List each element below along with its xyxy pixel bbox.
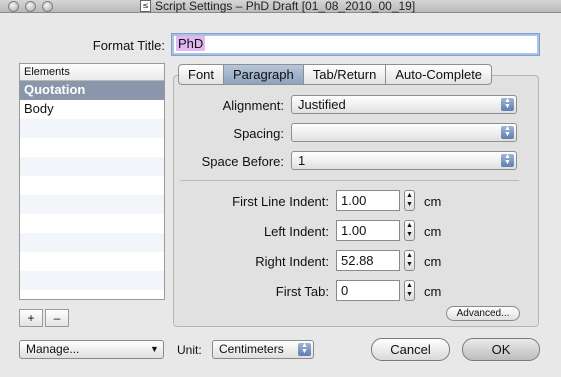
popup-arrows-icon: ▲ ▼ bbox=[501, 125, 514, 139]
space-before-label: Space Before: bbox=[201, 154, 284, 169]
list-item[interactable] bbox=[20, 271, 164, 290]
space-before-value: 1 bbox=[298, 153, 306, 168]
section-divider bbox=[180, 180, 519, 181]
list-item[interactable]: Body bbox=[20, 100, 164, 119]
list-item[interactable] bbox=[20, 214, 164, 233]
list-item[interactable] bbox=[20, 119, 164, 138]
first-tab-stepper[interactable]: ▲ ▼ bbox=[404, 280, 415, 301]
tab-font[interactable]: Font bbox=[178, 64, 225, 85]
list-item[interactable] bbox=[20, 290, 164, 299]
list-item[interactable] bbox=[20, 252, 164, 271]
manage-popup[interactable]: Manage... ▼ bbox=[19, 340, 164, 359]
first-tab-label: First Tab: bbox=[275, 284, 329, 299]
left-indent-unit: cm bbox=[424, 224, 442, 239]
add-element-button[interactable]: + bbox=[19, 309, 43, 327]
ok-button[interactable]: OK bbox=[462, 338, 540, 361]
alignment-value: Justified bbox=[298, 97, 346, 112]
alignment-select[interactable]: Justified ▲ ▼ bbox=[291, 95, 517, 114]
elements-list-header: Elements bbox=[20, 64, 164, 81]
window-title: Script Settings – PhD Draft [01_08_2010_… bbox=[155, 0, 416, 13]
format-title-input[interactable]: PhD bbox=[171, 33, 540, 56]
advanced-button[interactable]: Advanced... bbox=[446, 306, 520, 321]
unit-label: Unit: bbox=[177, 343, 202, 357]
first-tab-unit: cm bbox=[424, 284, 442, 299]
list-item[interactable] bbox=[20, 157, 164, 176]
spacing-label: Spacing: bbox=[233, 126, 284, 141]
elements-list[interactable]: Elements Quotation Body bbox=[19, 63, 165, 300]
right-indent-unit: cm bbox=[424, 254, 442, 269]
chevron-down-icon: ▼ bbox=[150, 344, 159, 354]
popup-arrows-icon: ▲ ▼ bbox=[298, 342, 311, 356]
first-line-indent-input[interactable]: 1.00 bbox=[336, 190, 400, 211]
list-item[interactable] bbox=[20, 138, 164, 157]
manage-label: Manage... bbox=[26, 342, 80, 356]
first-line-indent-label: First Line Indent: bbox=[232, 194, 329, 209]
zoom-window-icon[interactable] bbox=[42, 1, 53, 12]
remove-element-button[interactable]: – bbox=[45, 309, 69, 327]
tab-paragraph[interactable]: Paragraph bbox=[224, 64, 304, 85]
tab-bar: Font Paragraph Tab/Return Auto-Complete bbox=[178, 64, 493, 85]
list-item[interactable]: Quotation bbox=[20, 81, 164, 100]
space-before-select[interactable]: 1 ▲ ▼ bbox=[291, 151, 517, 170]
popup-arrows-icon: ▲ ▼ bbox=[501, 97, 514, 111]
cancel-button[interactable]: Cancel bbox=[371, 338, 450, 361]
popup-arrows-icon: ▲ ▼ bbox=[501, 153, 514, 167]
title-bar: ≤ Script Settings – PhD Draft [01_08_201… bbox=[0, 0, 561, 13]
left-indent-label: Left Indent: bbox=[263, 224, 329, 239]
tab-auto-complete[interactable]: Auto-Complete bbox=[386, 64, 493, 85]
alignment-label: Alignment: bbox=[222, 98, 284, 113]
unit-value: Centimeters bbox=[219, 342, 284, 356]
left-indent-stepper[interactable]: ▲ ▼ bbox=[404, 220, 415, 241]
list-item[interactable] bbox=[20, 195, 164, 214]
format-title-label: Format Title: bbox=[92, 38, 165, 53]
first-tab-input[interactable]: 0 bbox=[336, 280, 400, 301]
tab-tab-return[interactable]: Tab/Return bbox=[303, 64, 387, 85]
close-window-icon[interactable] bbox=[8, 1, 19, 12]
document-icon: ≤ bbox=[140, 0, 151, 12]
list-item[interactable] bbox=[20, 176, 164, 195]
right-indent-stepper[interactable]: ▲ ▼ bbox=[404, 250, 415, 271]
format-title-value: PhD bbox=[176, 36, 206, 51]
right-indent-label: Right Indent: bbox=[255, 254, 329, 269]
unit-select[interactable]: Centimeters ▲ ▼ bbox=[212, 340, 314, 359]
first-line-indent-stepper[interactable]: ▲ ▼ bbox=[404, 190, 415, 211]
spacing-select[interactable]: ▲ ▼ bbox=[291, 123, 517, 142]
left-indent-input[interactable]: 1.00 bbox=[336, 220, 400, 241]
minimize-window-icon[interactable] bbox=[25, 1, 36, 12]
right-indent-input[interactable]: 52.88 bbox=[336, 250, 400, 271]
first-line-indent-unit: cm bbox=[424, 194, 442, 209]
list-item[interactable] bbox=[20, 233, 164, 252]
